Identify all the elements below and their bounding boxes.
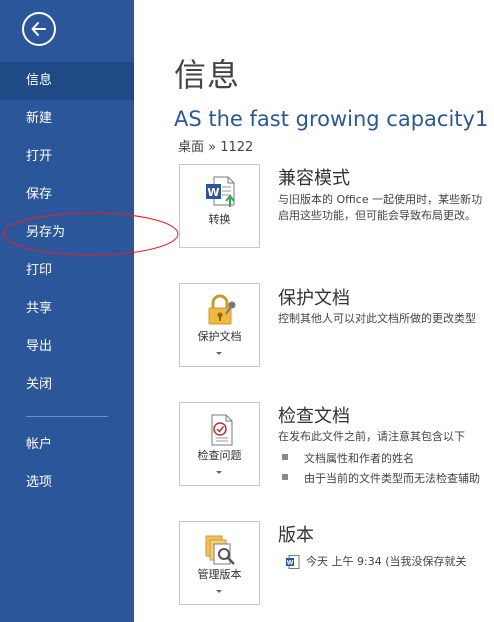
inspect-bullet-1: 文档属性和作者的姓名 bbox=[282, 450, 414, 466]
document-title: AS the fast growing capacity1 bbox=[174, 107, 489, 131]
check-issues-label: 检查问题 bbox=[197, 449, 242, 462]
version-entry-text: 今天 上午 9:34 (当我没保存就关 bbox=[306, 555, 467, 568]
backstage-sidebar: 信息 新建 打开 保存 另存为 打印 共享 导出 关闭 帐户 选项 bbox=[0, 0, 134, 622]
compat-mode-desc-1: 与旧版本的 Office 一起使用时，某些新功 bbox=[278, 193, 483, 206]
nav-item-save-as[interactable]: 另存为 bbox=[0, 214, 134, 252]
word-doc-icon: W bbox=[286, 555, 300, 569]
info-pane: 信息 AS the fast growing capacity1 桌面 » 11… bbox=[134, 0, 494, 622]
document-path[interactable]: 桌面 » 1122 bbox=[178, 136, 253, 155]
nav-item-save[interactable]: 保存 bbox=[0, 176, 134, 214]
svg-text:W: W bbox=[207, 186, 219, 199]
nav-item-share[interactable]: 共享 bbox=[0, 290, 134, 328]
manage-versions-label: 管理版本 bbox=[197, 568, 242, 581]
lock-key-icon bbox=[208, 294, 236, 325]
chevron-down-icon bbox=[216, 471, 222, 474]
version-entry[interactable]: W 今天 上午 9:34 (当我没保存就关 bbox=[286, 553, 466, 569]
nav-item-new[interactable]: 新建 bbox=[0, 100, 134, 138]
word-convert-icon: W bbox=[206, 176, 235, 207]
nav-item-options[interactable]: 选项 bbox=[0, 464, 134, 502]
convert-button[interactable]: W 转换 bbox=[179, 164, 260, 248]
nav-divider bbox=[26, 416, 108, 417]
inspect-document-desc: 在发布此文件之前，请注意其包含以下 bbox=[278, 430, 465, 443]
nav-item-close[interactable]: 关闭 bbox=[0, 366, 134, 404]
nav-item-account[interactable]: 帐户 bbox=[0, 426, 134, 464]
versions-title: 版本 bbox=[278, 525, 314, 546]
inspect-document-title: 检查文档 bbox=[278, 406, 350, 427]
convert-label: 转换 bbox=[208, 213, 231, 226]
inspect-document-icon bbox=[211, 414, 233, 446]
arrow-left-icon bbox=[31, 22, 46, 36]
inspect-bullet-2: 由于当前的文件类型而无法检查辅助 bbox=[282, 470, 480, 486]
compat-mode-title: 兼容模式 bbox=[278, 168, 350, 189]
page-title: 信息 bbox=[174, 56, 241, 94]
nav-item-print[interactable]: 打印 bbox=[0, 252, 134, 290]
protect-document-button[interactable]: 保护文档 bbox=[179, 283, 260, 367]
manage-versions-button[interactable]: 管理版本 bbox=[179, 521, 260, 605]
nav-item-open[interactable]: 打开 bbox=[0, 138, 134, 176]
chevron-down-icon bbox=[216, 352, 222, 355]
protect-document-title: 保护文档 bbox=[278, 288, 350, 309]
compat-mode-desc-2: 启用这些功能，但可能会导致布局更改。 bbox=[278, 209, 476, 222]
protect-document-desc: 控制其他人可以对此文档所做的更改类型 bbox=[278, 312, 476, 325]
svg-text:W: W bbox=[287, 560, 294, 567]
nav-item-export[interactable]: 导出 bbox=[0, 328, 134, 366]
check-issues-button[interactable]: 检查问题 bbox=[179, 402, 260, 486]
nav-item-info[interactable]: 信息 bbox=[0, 62, 134, 100]
manage-versions-icon bbox=[205, 535, 235, 565]
back-button[interactable] bbox=[22, 12, 56, 46]
chevron-down-icon bbox=[216, 590, 222, 593]
protect-document-label: 保护文档 bbox=[197, 330, 242, 343]
